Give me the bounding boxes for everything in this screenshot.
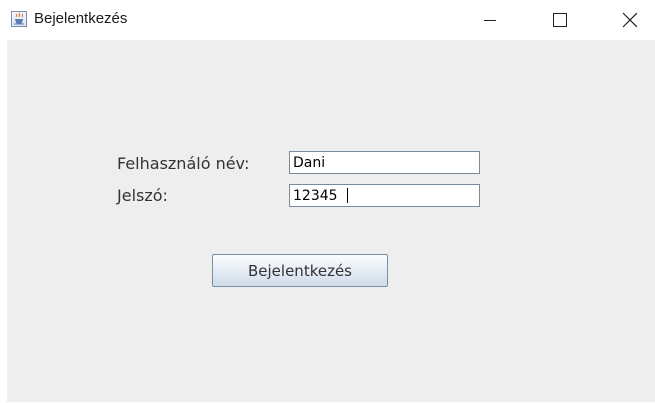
login-window: Bejelentkezés Felhasználó név: Dani Jels… xyxy=(0,0,655,403)
minimize-icon xyxy=(484,14,496,26)
username-label: Felhasználó név: xyxy=(117,154,250,173)
text-caret xyxy=(347,188,348,203)
password-label: Jelszó: xyxy=(117,186,168,205)
minimize-button[interactable] xyxy=(467,0,513,40)
title-bar[interactable]: Bejelentkezés xyxy=(0,0,655,40)
username-field[interactable] xyxy=(289,151,480,174)
login-panel: Felhasználó név: Jelszó: Bejelentkezés xyxy=(7,40,655,402)
password-field[interactable] xyxy=(289,184,480,207)
close-icon xyxy=(622,12,638,28)
close-button[interactable] xyxy=(607,0,653,40)
maximize-button[interactable] xyxy=(537,0,583,40)
window-title: Bejelentkezés xyxy=(34,10,128,27)
java-cup-icon xyxy=(11,11,27,27)
password-field-wrapper xyxy=(289,184,480,207)
login-button[interactable]: Bejelentkezés xyxy=(212,254,388,287)
maximize-icon xyxy=(553,13,567,27)
